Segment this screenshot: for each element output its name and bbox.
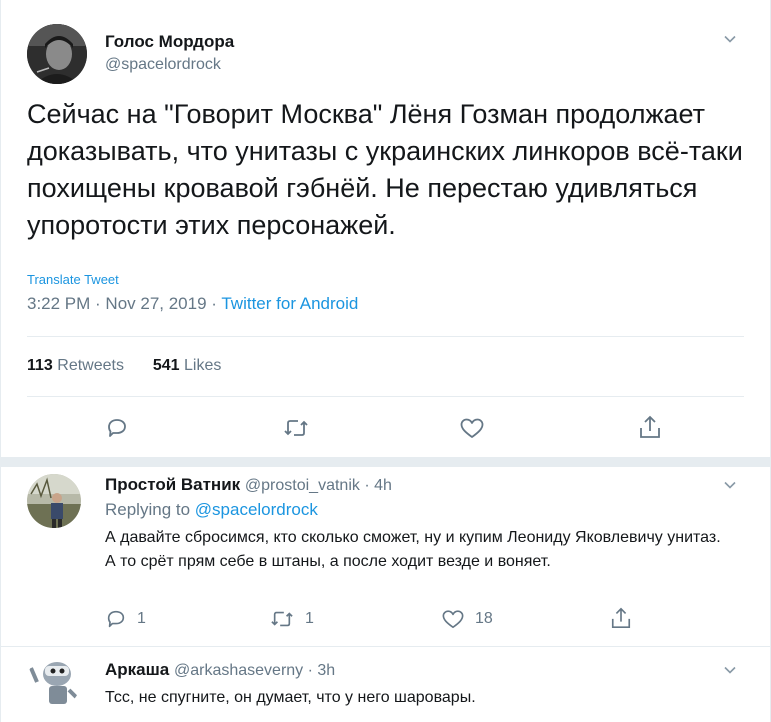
- like-count: 18: [475, 610, 493, 627]
- like-icon: [459, 416, 485, 440]
- reply-reply-button[interactable]: 1: [105, 608, 146, 630]
- retweet-icon: [282, 416, 310, 440]
- divider: [27, 336, 744, 337]
- share-button[interactable]: [638, 414, 662, 440]
- tweet-meta: 3:22 PM · Nov 27, 2019 · Twitter for And…: [27, 294, 358, 314]
- retweet-count: 1: [305, 610, 314, 627]
- replying-to: Replying to @spacelordrock: [105, 500, 318, 519]
- replying-to-handle[interactable]: @spacelordrock: [195, 500, 318, 519]
- reply-share-button[interactable]: [610, 606, 632, 630]
- chevron-down-icon[interactable]: [723, 478, 737, 492]
- reply-button[interactable]: [105, 416, 129, 440]
- retweet-icon: [269, 608, 295, 630]
- likes-stat[interactable]: 541 Likes: [153, 357, 222, 374]
- reply-text: Тсс, не спугните, он думает, что у него …: [105, 689, 476, 706]
- chevron-down-icon[interactable]: [723, 32, 737, 46]
- reply-retweet-button[interactable]: 1: [269, 608, 314, 630]
- reply-author-name[interactable]: Аркаша: [105, 660, 169, 679]
- main-author-handle[interactable]: @spacelordrock: [105, 56, 221, 74]
- like-icon: [441, 608, 465, 630]
- reply-like-button[interactable]: 18: [441, 608, 493, 630]
- retweets-stat[interactable]: 113 Retweets: [27, 357, 124, 374]
- reply-author-avatar[interactable]: [27, 474, 81, 528]
- reply-author-line: Аркаша @arkashaseverny · 3h: [105, 660, 335, 680]
- main-author-name[interactable]: Голос Мордора: [105, 32, 234, 52]
- tweet-stats: 113 Retweets 541 Likes: [27, 357, 221, 375]
- reply-author-avatar[interactable]: [27, 654, 81, 708]
- translate-tweet-link[interactable]: Translate Tweet: [27, 272, 119, 287]
- reply-count: 1: [137, 610, 146, 627]
- main-tweet-text: Сейчас на "Говорит Москва" Лёня Гозман п…: [27, 99, 743, 240]
- tweet-timestamp[interactable]: 3:22 PM · Nov 27, 2019 ·: [27, 294, 221, 313]
- divider: [27, 396, 744, 397]
- reply-icon: [105, 608, 127, 630]
- main-author-avatar[interactable]: [27, 24, 87, 84]
- tweet-source-link[interactable]: Twitter for Android: [221, 294, 358, 313]
- section-separator: [1, 457, 770, 467]
- reply-icon: [105, 416, 129, 440]
- divider: [1, 646, 770, 647]
- share-icon: [610, 606, 632, 630]
- reply-author-line: Простой Ватник @prostoi_vatnik · 4h: [105, 475, 392, 495]
- share-icon: [638, 414, 662, 440]
- tweet-card: Голос Мордора @spacelordrock Сейчас на "…: [0, 0, 771, 722]
- retweet-button[interactable]: [282, 416, 310, 440]
- reply-author-handle[interactable]: @arkashaseverny · 3h: [174, 662, 335, 679]
- like-button[interactable]: [459, 416, 485, 440]
- reply-author-handle[interactable]: @prostoi_vatnik · 4h: [245, 477, 392, 494]
- chevron-down-icon[interactable]: [723, 663, 737, 677]
- reply-text: А давайте сбросимся, кто сколько сможет,…: [105, 529, 721, 570]
- reply-author-name[interactable]: Простой Ватник: [105, 475, 240, 494]
